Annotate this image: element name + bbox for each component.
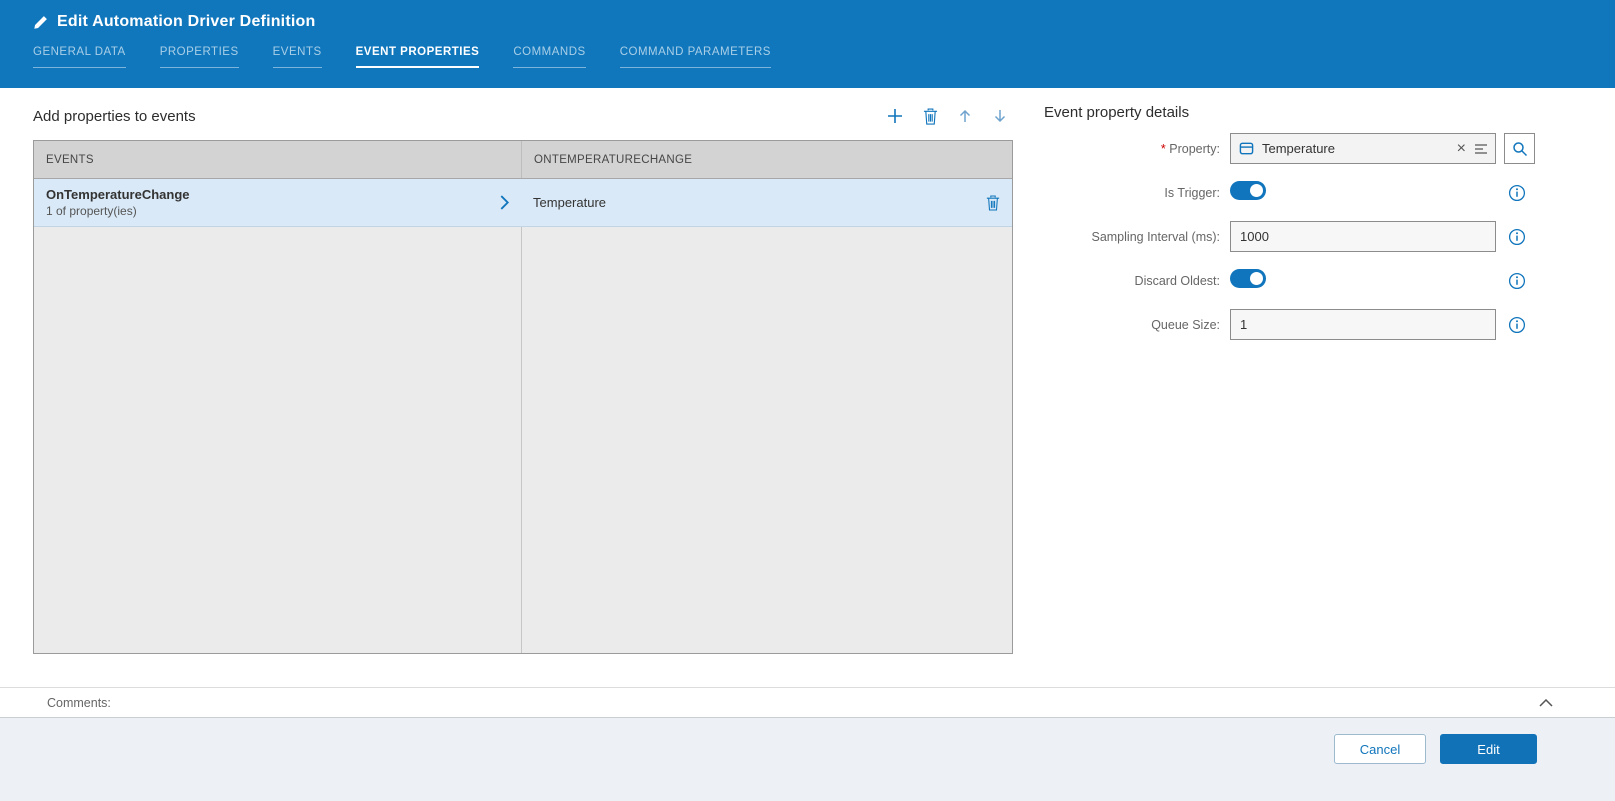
discard-oldest-label: Discard Oldest: [1044, 274, 1230, 288]
search-button[interactable] [1504, 133, 1535, 164]
trash-icon [923, 108, 938, 125]
arrow-down-icon [992, 108, 1008, 124]
discard-oldest-toggle[interactable] [1230, 269, 1266, 288]
property-value: Temperature [1262, 141, 1449, 156]
is-trigger-label: Is Trigger: [1044, 186, 1230, 200]
sampling-interval-input[interactable] [1230, 221, 1496, 252]
event-name: OnTemperatureChange [46, 187, 190, 202]
main-content: Add properties to events [0, 88, 1615, 687]
property-label: * Property: [1044, 142, 1230, 156]
comments-bar[interactable]: Comments: [0, 687, 1615, 718]
list-icon [1474, 143, 1488, 155]
footer: Cancel Edit [0, 718, 1615, 801]
events-panel-head: Add properties to events [33, 104, 1013, 128]
info-icon [1508, 272, 1526, 290]
discard-oldest-info[interactable] [1500, 272, 1534, 290]
property-cell[interactable]: Temperature [521, 179, 1012, 226]
edit-button[interactable]: Edit [1440, 734, 1537, 764]
queue-size-field-row: Queue Size: [1044, 309, 1615, 340]
chevron-up-icon [1539, 699, 1553, 707]
tab-events[interactable]: EVENTS [273, 46, 322, 68]
discard-oldest-field-row: Discard Oldest: [1044, 265, 1615, 296]
chevron-right-icon[interactable] [500, 195, 509, 210]
close-icon: × [1457, 141, 1466, 157]
clear-button[interactable]: × [1457, 141, 1466, 157]
property-type-icon [1239, 141, 1254, 156]
row-delete-button[interactable] [986, 195, 1000, 211]
is-trigger-field-row: Is Trigger: [1044, 177, 1615, 208]
queue-size-input[interactable] [1230, 309, 1496, 340]
event-property-details-panel: Event property details * Property: Tempe… [1013, 88, 1615, 687]
events-table-body: OnTemperatureChange 1 of property(ies) T… [34, 179, 1012, 653]
info-icon [1508, 184, 1526, 202]
pencil-icon [33, 15, 48, 30]
event-cell[interactable]: OnTemperatureChange 1 of property(ies) [34, 179, 521, 226]
tab-general-data[interactable]: GENERAL DATA [33, 46, 126, 68]
required-marker: * [1161, 142, 1166, 156]
title-row: Edit Automation Driver Definition [33, 13, 1615, 31]
table-row[interactable]: OnTemperatureChange 1 of property(ies) T… [34, 179, 1012, 227]
column-separator [521, 179, 522, 653]
toggle-knob [1250, 184, 1263, 197]
sampling-interval-field-row: Sampling Interval (ms): [1044, 221, 1615, 252]
info-icon [1508, 228, 1526, 246]
tab-command-parameters[interactable]: COMMAND PARAMETERS [620, 46, 771, 68]
suggestions-button[interactable] [1474, 143, 1488, 155]
move-down-button[interactable] [989, 105, 1011, 127]
events-panel: Add properties to events [0, 88, 1013, 687]
toggle-knob [1250, 272, 1263, 285]
collapse-button[interactable] [1539, 699, 1553, 707]
tab-bar: GENERAL DATA PROPERTIES EVENTS EVENT PRO… [33, 46, 1615, 68]
details-title: Event property details [1044, 104, 1615, 121]
queue-size-label: Queue Size: [1044, 318, 1230, 332]
events-table-header: EVENTS ONTEMPERATURECHANGE [34, 141, 1012, 179]
plus-icon [886, 107, 904, 125]
delete-button[interactable] [919, 105, 941, 127]
tab-properties[interactable]: PROPERTIES [160, 46, 239, 68]
event-subtitle: 1 of property(ies) [46, 204, 190, 218]
move-up-button[interactable] [954, 105, 976, 127]
page-title: Edit Automation Driver Definition [57, 13, 315, 31]
property-name: Temperature [533, 195, 606, 210]
info-icon [1508, 316, 1526, 334]
column-header-ontemperaturechange: ONTEMPERATURECHANGE [521, 141, 1012, 178]
arrow-up-icon [957, 108, 973, 124]
is-trigger-info[interactable] [1500, 184, 1534, 202]
events-toolbar [884, 105, 1013, 127]
sampling-interval-label: Sampling Interval (ms): [1044, 230, 1230, 244]
is-trigger-toggle[interactable] [1230, 181, 1266, 200]
column-header-events: EVENTS [34, 141, 521, 178]
search-icon [1512, 141, 1528, 157]
tab-event-properties[interactable]: EVENT PROPERTIES [356, 46, 480, 68]
trash-icon [986, 195, 1000, 211]
events-table: EVENTS ONTEMPERATURECHANGE OnTemperature… [33, 140, 1013, 654]
edit-automation-driver-dialog: Edit Automation Driver Definition GENERA… [0, 0, 1615, 801]
header: Edit Automation Driver Definition GENERA… [0, 0, 1615, 88]
event-cell-text: OnTemperatureChange 1 of property(ies) [46, 187, 190, 218]
add-button[interactable] [884, 105, 906, 127]
queue-size-info[interactable] [1500, 316, 1534, 334]
property-field-row: * Property: Temperature × [1044, 133, 1615, 164]
tab-commands[interactable]: COMMANDS [513, 46, 585, 68]
cancel-button[interactable]: Cancel [1334, 734, 1426, 764]
property-lookup-field[interactable]: Temperature × [1230, 133, 1496, 164]
comments-label: Comments: [47, 696, 111, 710]
events-panel-title: Add properties to events [33, 108, 196, 125]
sampling-interval-info[interactable] [1500, 228, 1534, 246]
